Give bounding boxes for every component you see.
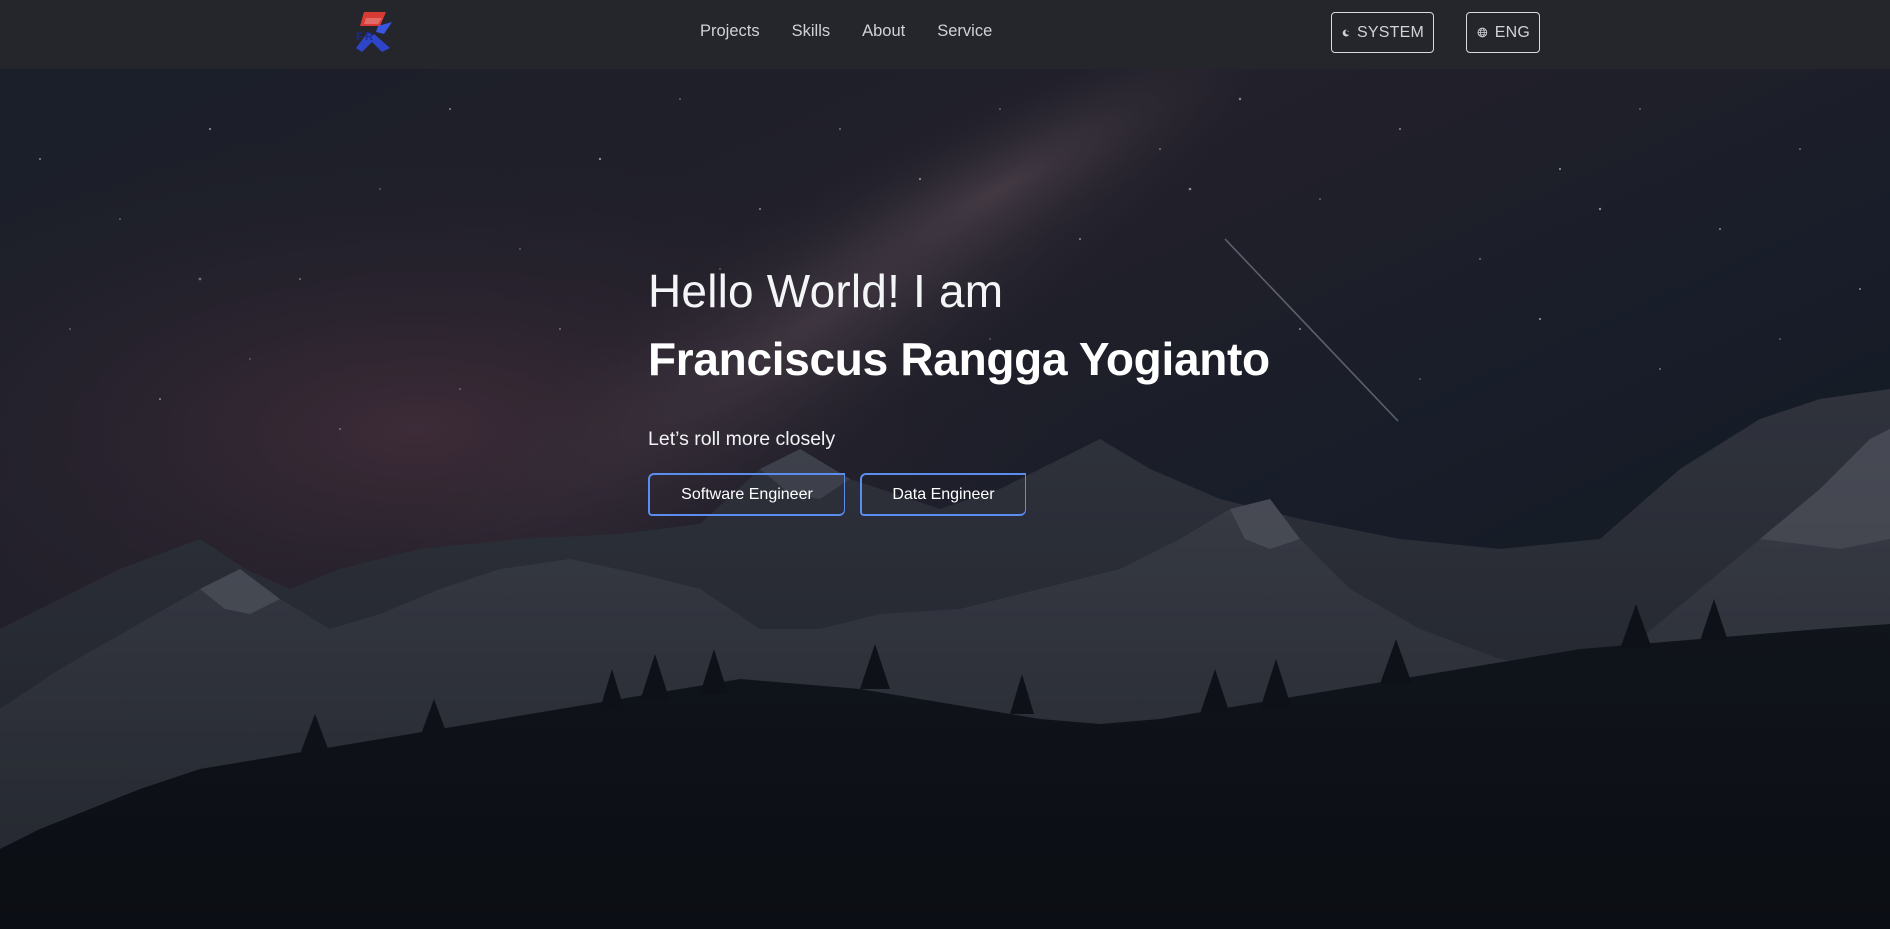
nav-link-skills[interactable]: Skills <box>792 22 831 41</box>
fry-logo-icon: F R <box>356 12 392 52</box>
hero-section: Hello World! I am Franciscus Rangga Yogi… <box>0 69 1890 929</box>
hero-name: Franciscus Rangga Yogianto <box>648 333 1270 385</box>
language-toggle-label: ENG <box>1494 23 1530 41</box>
theme-toggle-label: SYSTEM <box>1357 23 1424 41</box>
data-engineer-button[interactable]: Data Engineer <box>860 473 1026 516</box>
language-toggle-button[interactable]: ENG <box>1466 12 1540 53</box>
nav-link-projects[interactable]: Projects <box>700 22 760 41</box>
top-navbar: F R Projects Skills About Service SYSTEM… <box>0 0 1890 69</box>
svg-text:R: R <box>365 31 373 43</box>
svg-text:F: F <box>356 31 363 43</box>
globe-icon <box>1477 27 1488 38</box>
theme-toggle-button[interactable]: SYSTEM <box>1331 12 1434 53</box>
main-nav: Projects Skills About Service <box>700 0 992 63</box>
hero-tagline: Let’s roll more closely <box>648 428 836 450</box>
software-engineer-button[interactable]: Software Engineer <box>648 473 845 516</box>
nav-link-about[interactable]: About <box>862 22 905 41</box>
hero-greeting: Hello World! I am <box>648 265 1004 317</box>
moon-icon <box>1342 29 1350 36</box>
site-logo[interactable]: F R <box>354 12 396 52</box>
nav-link-service[interactable]: Service <box>937 22 992 41</box>
